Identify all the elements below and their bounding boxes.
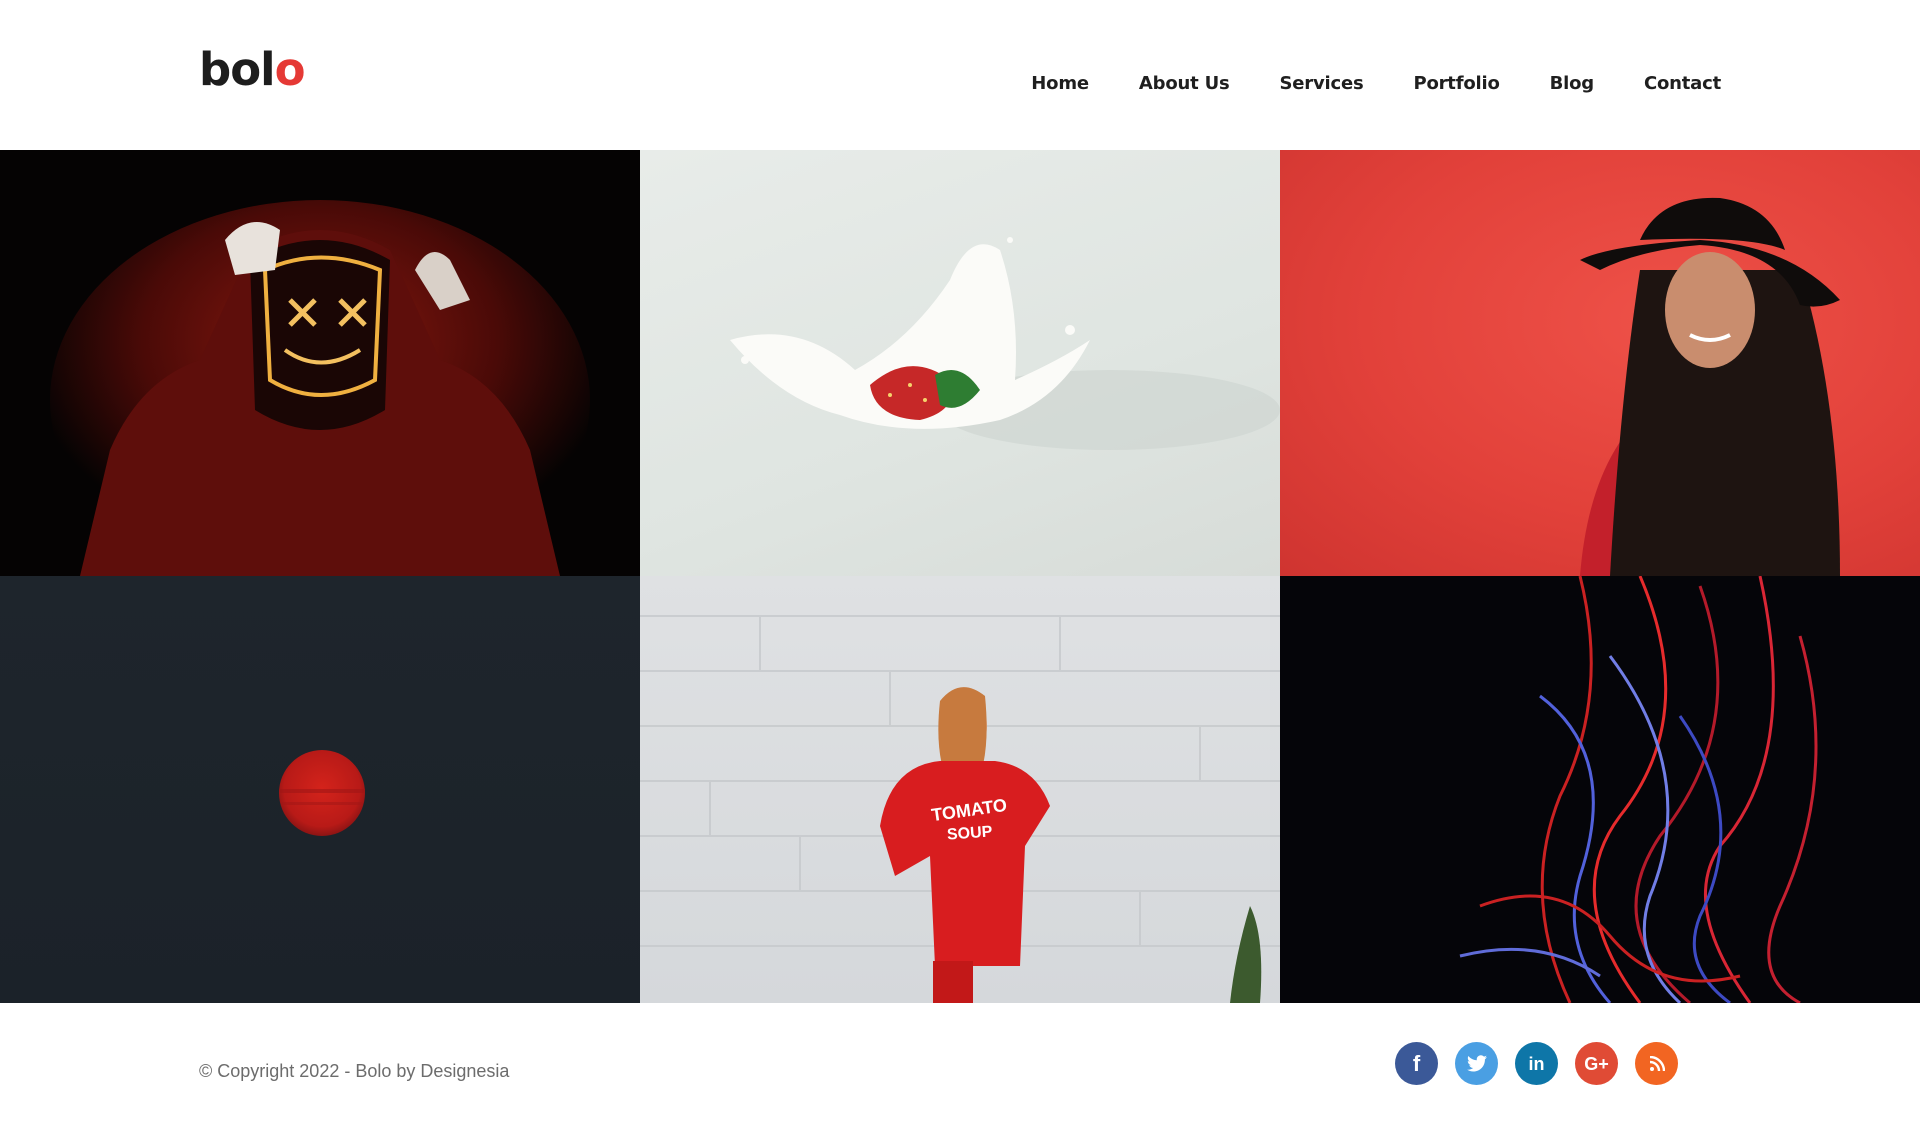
rss-icon[interactable] (1635, 1042, 1678, 1085)
logo-accent-letter: o (274, 43, 306, 96)
strawberry-splash-image (730, 237, 1280, 450)
twitter-bird-glyph (1466, 1055, 1487, 1072)
social-links: f in G+ (1395, 1042, 1678, 1085)
main-nav: Home About Us Services Portfolio Blog Co… (1031, 72, 1721, 96)
nav-about-us[interactable]: About Us (1139, 72, 1230, 96)
nav-services[interactable]: Services (1280, 72, 1364, 96)
logo-text: bol (199, 43, 276, 96)
twitter-icon[interactable] (1455, 1042, 1498, 1085)
woman-hat-image (1580, 197, 1840, 576)
gallery-item-red-sun[interactable] (0, 576, 640, 1003)
linkedin-glyph: in (1528, 1053, 1545, 1074)
google-plus-glyph: G+ (1584, 1053, 1609, 1074)
neon-mask-image (0, 150, 640, 576)
tomato-soup-image: TOMATO SOUP (640, 615, 1280, 1003)
facebook-glyph: f (1412, 1050, 1421, 1076)
gallery-item-tomato-soup[interactable]: TOMATO SOUP (640, 576, 1280, 1003)
nav-home[interactable]: Home (1031, 72, 1089, 96)
logo[interactable]: bolo (199, 42, 306, 98)
google-plus-icon[interactable]: G+ (1575, 1042, 1618, 1085)
portfolio-gallery: TOMATO SOUP (0, 150, 1920, 1003)
gallery-item-neon-mask[interactable] (0, 150, 640, 576)
nav-portfolio[interactable]: Portfolio (1413, 72, 1499, 96)
site-header: bolo Home About Us Services Portfolio Bl… (0, 0, 1920, 150)
copyright-text: © Copyright 2022 - Bolo by Designesia (199, 1061, 510, 1081)
red-sun-image (279, 750, 365, 836)
light-trails-image (1459, 576, 1818, 1003)
linkedin-icon[interactable]: in (1515, 1042, 1558, 1085)
nav-blog[interactable]: Blog (1550, 72, 1595, 96)
rss-glyph (1649, 1055, 1665, 1071)
gallery-item-strawberry-splash[interactable] (640, 150, 1280, 576)
nav-contact[interactable]: Contact (1644, 72, 1721, 96)
gallery-item-light-trails[interactable] (1280, 576, 1920, 1003)
gallery-item-woman-hat[interactable] (1280, 150, 1920, 576)
site-footer: © Copyright 2022 - Bolo by Designesia f … (0, 1003, 1920, 1125)
facebook-icon[interactable]: f (1395, 1042, 1438, 1085)
svg-text:SOUP: SOUP (946, 823, 993, 843)
